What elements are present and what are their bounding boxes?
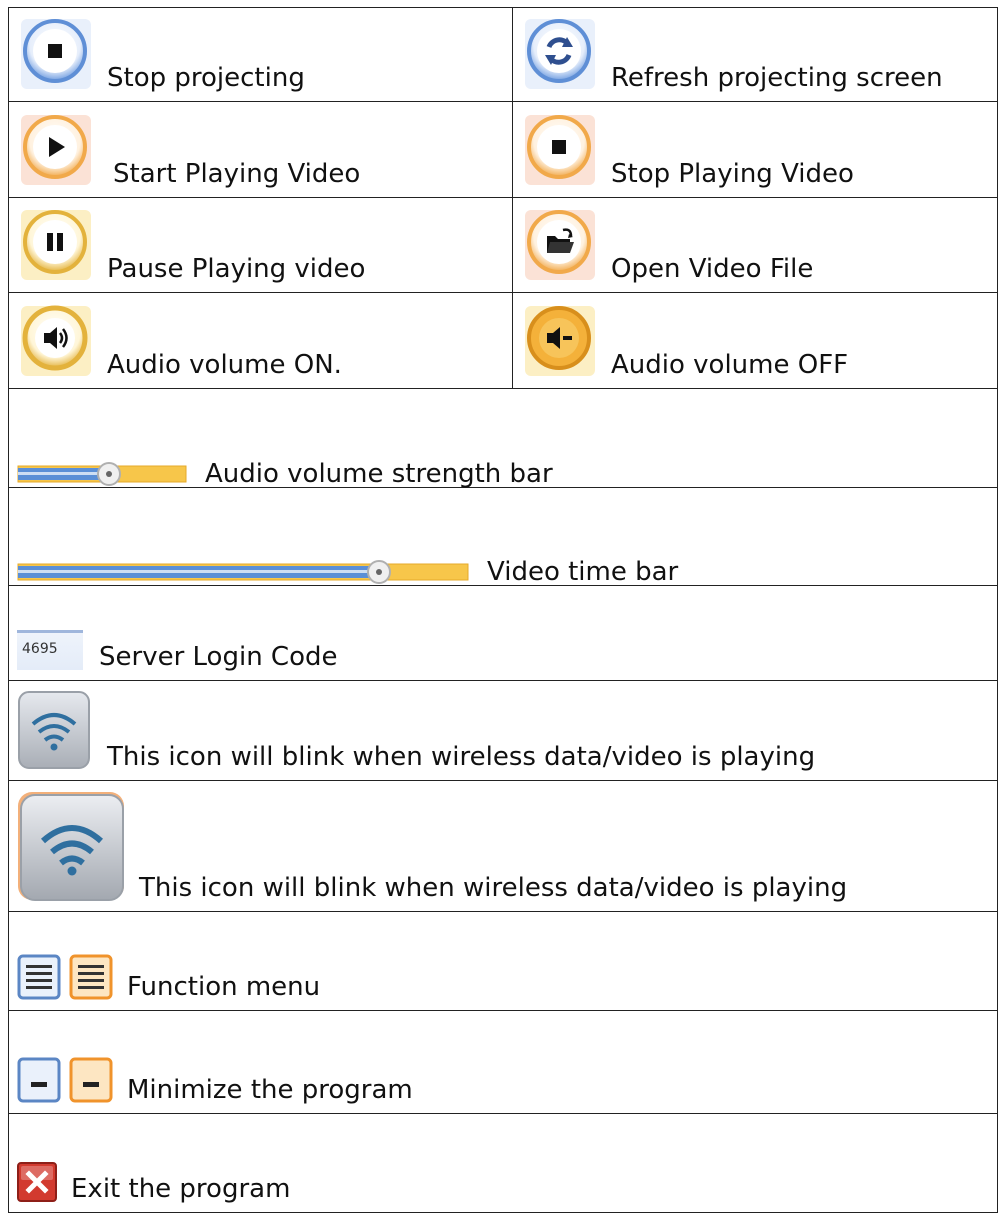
function-menu-blue-icon[interactable] [17,954,61,1000]
wireless-large-icon [17,791,125,901]
legend-label: Video time bar [487,557,679,587]
legend-label: Function menu [127,972,321,1002]
legend-row: Audio volume ON. Audio volume OFF [8,292,998,389]
open-video-file-icon[interactable] [523,208,597,282]
audio-off-icon[interactable] [523,304,597,378]
legend-cell-exit: Exit the program [8,1113,998,1213]
legend-label: Minimize the program [127,1075,413,1105]
legend-cell-refresh-projecting: Refresh projecting screen [512,7,998,102]
legend-row: Function menu [8,911,998,1011]
legend-label: Pause Playing video [107,254,366,284]
legend-label: Stop projecting [107,63,305,93]
legend-label: Audio volume OFF [611,350,849,380]
legend-cell-wireless-small: This icon will blink when wireless data/… [8,680,998,781]
legend-row: This icon will blink when wireless data/… [8,680,998,781]
legend-cell-start-video: Start Playing Video [8,101,513,198]
legend-row: 4695 Server Login Code [8,585,998,681]
refresh-projecting-icon[interactable] [523,17,597,91]
legend-row: This icon will blink when wireless data/… [8,780,998,912]
stop-projecting-icon[interactable] [19,17,93,91]
exit-icon[interactable] [17,1162,57,1202]
volume-bar-icon[interactable] [17,462,187,486]
legend-label: Refresh projecting screen [611,63,943,93]
time-bar-icon[interactable] [17,560,469,584]
legend-label: Start Playing Video [113,159,361,189]
legend-cell-stop-video: Stop Playing Video [512,101,998,198]
audio-on-icon[interactable] [19,304,93,378]
legend-label: Stop Playing Video [611,159,854,189]
legend-row: Video time bar [8,487,998,587]
legend-label: Exit the program [71,1174,291,1204]
legend-label: This icon will blink when wireless data/… [139,873,848,903]
pause-video-icon[interactable] [19,208,93,282]
login-code-value: 4695 [22,641,58,657]
legend-cell-function-menu: Function menu [8,911,998,1011]
legend-row: Pause Playing video Open Video File [8,197,998,293]
legend-cell-volume-bar: Audio volume strength bar [8,388,998,489]
legend-row: Audio volume strength bar [8,388,998,489]
stop-video-icon[interactable] [523,113,597,187]
legend-cell-minimize: Minimize the program [8,1010,998,1114]
legend-cell-pause-video: Pause Playing video [8,197,513,293]
legend-label: Open Video File [611,254,814,284]
legend-cell-stop-projecting: Stop projecting [8,7,513,102]
legend-cell-audio-on: Audio volume ON. [8,292,513,389]
icon-legend-table: Stop projecting Refresh projecting scree… [8,7,998,1213]
legend-label: Audio volume strength bar [205,459,553,489]
legend-row: Exit the program [8,1113,998,1213]
wireless-small-icon [17,690,91,770]
legend-cell-time-bar: Video time bar [8,487,998,587]
legend-row: Stop projecting Refresh projecting scree… [8,7,998,102]
legend-label: Server Login Code [99,642,338,672]
start-video-icon[interactable] [19,113,93,187]
function-menu-icon[interactable] [69,954,113,1000]
legend-cell-wireless-large: This icon will blink when wireless data/… [8,780,998,912]
legend-cell-audio-off: Audio volume OFF [512,292,998,389]
legend-cell-open-video: Open Video File [512,197,998,293]
legend-cell-login-code: 4695 Server Login Code [8,585,998,681]
legend-row: Minimize the program [8,1010,998,1114]
minimize-blue-icon[interactable] [17,1057,61,1103]
legend-label: This icon will blink when wireless data/… [107,742,816,772]
legend-row: Start Playing Video Stop Playing Video [8,101,998,198]
minimize-icon[interactable] [69,1057,113,1103]
legend-label: Audio volume ON. [107,350,342,380]
login-code-icon: 4695 [17,630,83,670]
